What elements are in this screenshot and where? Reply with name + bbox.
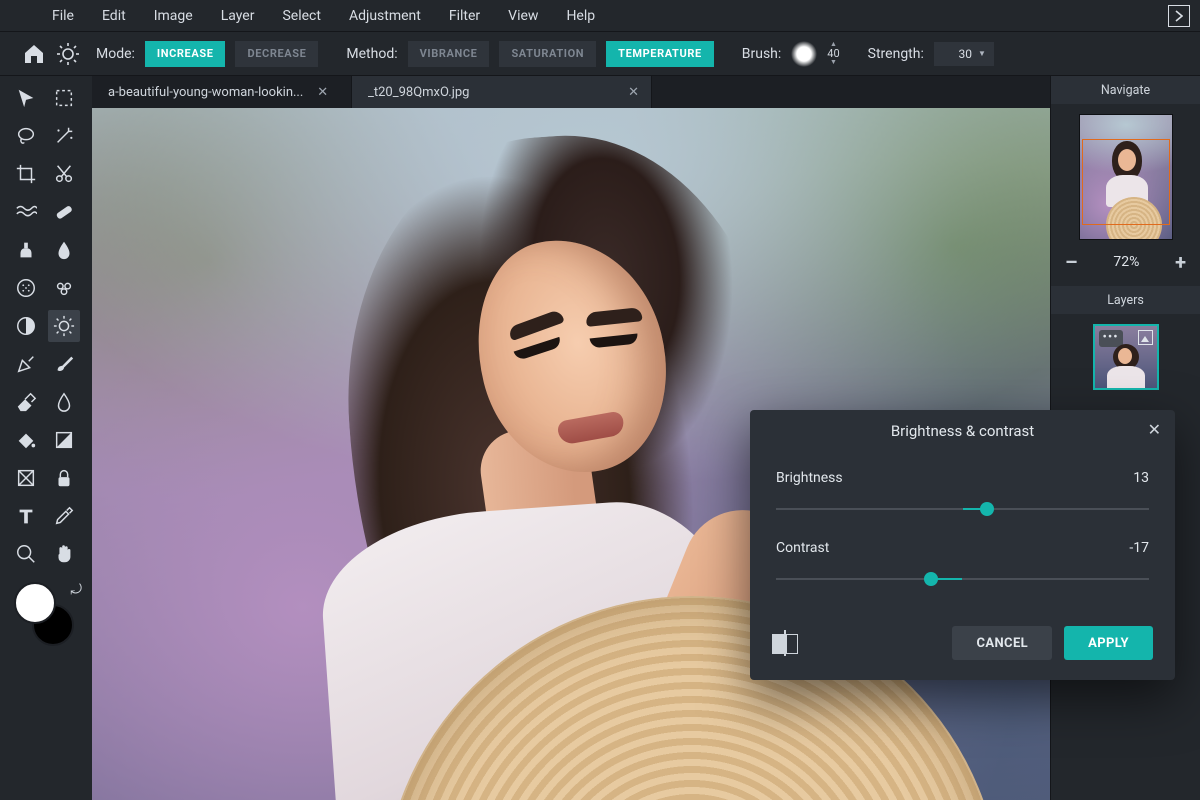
blur-tool-icon[interactable] (48, 234, 80, 266)
zoom-tool-icon[interactable] (10, 538, 42, 570)
method-temperature-button[interactable]: TEMPERATURE (606, 41, 714, 67)
image-layer-icon (1138, 330, 1153, 345)
strength-dropdown[interactable]: 30 ▼ (934, 42, 994, 66)
effect-tool-icon[interactable] (48, 272, 80, 304)
dialog-title: Brightness & contrast (891, 422, 1034, 440)
gradient-tool-icon[interactable] (48, 424, 80, 456)
contrast-value: -17 (1129, 540, 1149, 556)
menu-view[interactable]: View (494, 0, 552, 31)
document-tab[interactable]: _t20_98QmxO.jpg ✕ (352, 76, 652, 108)
toggle-panels-icon[interactable] (1168, 5, 1190, 27)
eyedropper-tool-icon[interactable] (48, 500, 80, 532)
mode-decrease-button[interactable]: DECREASE (235, 41, 318, 67)
menu-edit[interactable]: Edit (88, 0, 140, 31)
brightness-label: Brightness (776, 470, 843, 486)
method-vibrance-button[interactable]: VIBRANCE (408, 41, 490, 67)
menu-bar: File Edit Image Layer Select Adjustment … (0, 0, 1200, 32)
liquify-tool-icon[interactable] (10, 196, 42, 228)
heal-tool-icon[interactable] (48, 196, 80, 228)
wand-tool-icon[interactable] (48, 120, 80, 152)
zoom-in-button[interactable]: + (1175, 250, 1186, 274)
hand-tool-icon[interactable] (48, 538, 80, 570)
active-tool-icon[interactable] (56, 42, 80, 66)
tab-close-icon[interactable]: ✕ (317, 85, 328, 100)
method-label: Method: (346, 46, 397, 62)
clone-tool-icon[interactable] (10, 234, 42, 266)
brush-label: Brush: (742, 46, 782, 62)
dodge-tool-icon[interactable] (10, 310, 42, 342)
text-tool-icon[interactable] (10, 500, 42, 532)
fill-tool-icon[interactable] (10, 424, 42, 456)
pen-tool-icon[interactable] (10, 348, 42, 380)
sponge-tool-icon[interactable] (10, 272, 42, 304)
brush-preview-icon[interactable] (791, 41, 817, 67)
layer-thumbnail[interactable]: ••• (1093, 324, 1159, 390)
lasso-tool-icon[interactable] (10, 120, 42, 152)
navigator-thumbnail[interactable] (1079, 114, 1173, 240)
marquee-tool-icon[interactable] (48, 82, 80, 114)
cancel-button[interactable]: CANCEL (952, 626, 1052, 660)
move-tool-icon[interactable] (10, 82, 42, 114)
lock-tool-icon[interactable] (48, 462, 80, 494)
cut-tool-icon[interactable] (48, 158, 80, 190)
document-tab[interactable]: a-beautiful-young-woman-lookin... ✕ (92, 76, 352, 108)
foreground-color-swatch[interactable] (14, 582, 56, 624)
brush-size-stepper[interactable]: ▲ 40 ▼ (827, 41, 839, 66)
brightness-value: 13 (1133, 470, 1149, 486)
color-swatches[interactable]: ⤾ (10, 582, 80, 646)
menu-file[interactable]: File (38, 0, 88, 31)
menu-layer[interactable]: Layer (207, 0, 269, 31)
strength-value: 30 (958, 47, 972, 61)
brush-tool-icon[interactable] (48, 348, 80, 380)
home-icon[interactable] (22, 42, 46, 66)
zoom-level: 72% (1113, 254, 1139, 270)
menu-select[interactable]: Select (268, 0, 334, 31)
crop-tool-icon[interactable] (10, 158, 42, 190)
document-tabs: a-beautiful-young-woman-lookin... ✕ _t20… (92, 76, 1050, 108)
navigator-viewport-frame[interactable] (1082, 139, 1170, 225)
toolbox: ⤾ (0, 76, 92, 800)
smudge-tool-icon[interactable] (48, 386, 80, 418)
method-saturation-button[interactable]: SATURATION (499, 41, 596, 67)
brightness-slider[interactable] (776, 502, 1149, 516)
menu-adjustment[interactable]: Adjustment (335, 0, 435, 31)
temperature-tool-icon[interactable] (48, 310, 80, 342)
brightness-contrast-dialog: Brightness & contrast ✕ Brightness 13 Co… (750, 410, 1175, 680)
options-bar: Mode: INCREASE DECREASE Method: VIBRANCE… (0, 32, 1200, 76)
mode-increase-button[interactable]: INCREASE (145, 41, 226, 67)
apply-button[interactable]: APPLY (1064, 626, 1153, 660)
menu-help[interactable]: Help (552, 0, 609, 31)
contrast-slider[interactable] (776, 572, 1149, 586)
compare-icon[interactable] (772, 632, 798, 654)
swap-colors-icon[interactable]: ⤾ (70, 582, 82, 598)
layers-panel-title: Layers (1051, 286, 1200, 314)
tab-close-icon[interactable]: ✕ (628, 85, 639, 100)
zoom-out-button[interactable]: – (1065, 250, 1078, 274)
mode-label: Mode: (96, 46, 135, 62)
strength-label: Strength: (868, 46, 924, 62)
shape-tool-icon[interactable] (10, 462, 42, 494)
navigate-panel-title: Navigate (1051, 76, 1200, 104)
menu-image[interactable]: Image (140, 0, 207, 31)
contrast-label: Contrast (776, 540, 829, 556)
dialog-close-icon[interactable]: ✕ (1148, 420, 1161, 439)
tab-title: _t20_98QmxO.jpg (368, 85, 469, 100)
menu-filter[interactable]: Filter (435, 0, 494, 31)
tab-title: a-beautiful-young-woman-lookin... (108, 85, 303, 100)
eraser-tool-icon[interactable] (10, 386, 42, 418)
